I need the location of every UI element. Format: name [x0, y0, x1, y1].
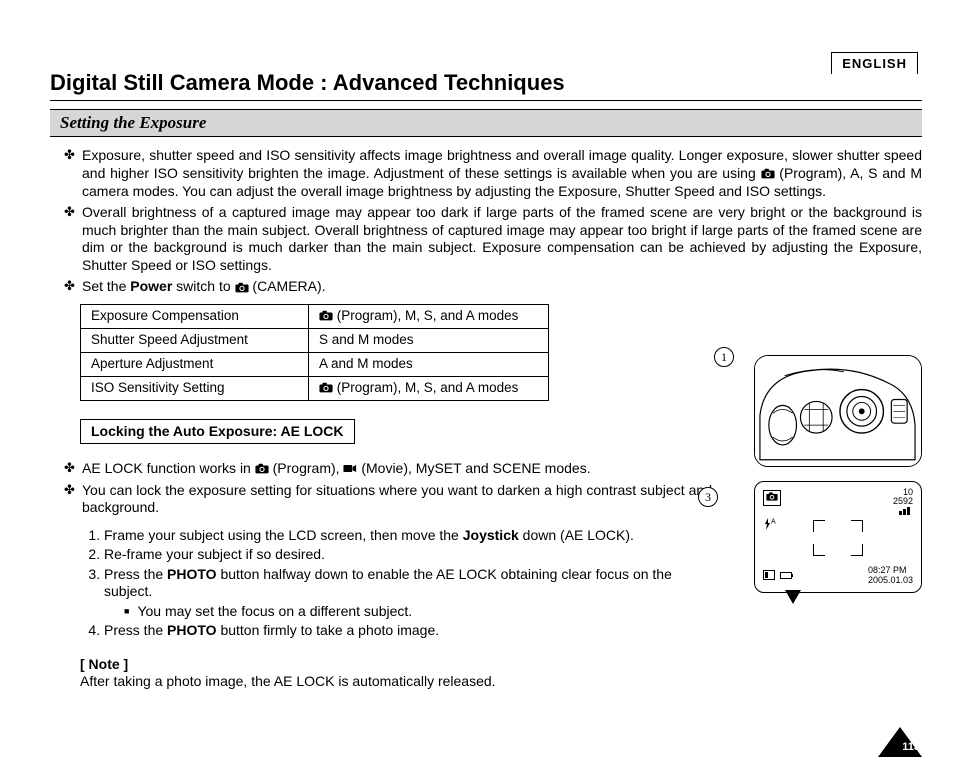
lcd-quality-icon	[899, 507, 913, 518]
step-4: Press the PHOTO button firmly to take a …	[104, 622, 712, 640]
text: (CAMERA).	[252, 278, 325, 294]
sub-step: You may set the focus on a different sub…	[124, 603, 702, 621]
intro-item-3: Set the Power switch to (CAMERA).	[50, 278, 922, 296]
lcd-flash-icon: A	[763, 518, 776, 533]
figure-badge-1: 1	[714, 347, 734, 367]
title-rule	[50, 100, 922, 101]
camera-icon	[319, 382, 333, 393]
text: (Program), M, S, and A modes	[337, 308, 519, 323]
note-text: After taking a photo image, the AE LOCK …	[80, 673, 712, 691]
text: AE LOCK function works in	[82, 460, 255, 476]
intro-item-1: Exposure, shutter speed and ISO sensitiv…	[50, 147, 922, 200]
table-row: Aperture Adjustment A and M modes	[81, 352, 549, 376]
page-number: 113	[902, 741, 920, 753]
movie-icon	[343, 463, 357, 474]
cell: ISO Sensitivity Setting	[81, 376, 309, 400]
camera-icon	[761, 165, 775, 183]
step-1: Frame your subject using the LCD screen,…	[104, 527, 712, 545]
step-3: Press the PHOTO button halfway down to e…	[104, 566, 712, 621]
text: Press the	[104, 566, 167, 582]
figure-3-lcd: 10 2592 A	[754, 481, 922, 593]
text: switch to	[172, 278, 234, 294]
intro-list: Exposure, shutter speed and ISO sensitiv…	[50, 147, 922, 296]
cell: (Program), M, S, and A modes	[309, 305, 549, 329]
bold-photo: PHOTO	[167, 566, 217, 582]
bold-photo: PHOTO	[167, 622, 217, 638]
text: Press the	[104, 622, 167, 638]
step-2: Re-frame your subject if so desired.	[104, 546, 712, 564]
cell: Shutter Speed Adjustment	[81, 328, 309, 352]
text: (Movie), MySET and SCENE modes.	[361, 460, 590, 476]
cell: Aperture Adjustment	[81, 352, 309, 376]
focus-bracket	[851, 520, 863, 532]
text: Frame your subject using the LCD screen,…	[104, 527, 463, 543]
cell: (Program), M, S, and A modes	[309, 376, 549, 400]
sub-item-1: AE LOCK function works in (Program), (Mo…	[50, 460, 712, 478]
table-row: Exposure Compensation (Program), M, S, a…	[81, 305, 549, 329]
text: Set the	[82, 278, 130, 294]
cell: Exposure Compensation	[81, 305, 309, 329]
text: (Program), M, S, and A modes	[337, 380, 519, 395]
focus-bracket	[851, 544, 863, 556]
camera-icon	[235, 279, 249, 297]
focus-bracket	[813, 544, 825, 556]
camera-icon	[319, 310, 333, 321]
camera-sketch	[755, 356, 921, 467]
language-tag: ENGLISH	[831, 52, 918, 74]
lcd-pointer-down	[785, 590, 801, 604]
note-label: [ Note ]	[80, 656, 712, 674]
camera-icon	[255, 463, 269, 474]
lcd-resolution: 2592	[893, 497, 913, 507]
focus-bracket	[813, 520, 825, 532]
figure-badge-3: 3	[698, 487, 718, 507]
subsection-heading: Locking the Auto Exposure: AE LOCK	[80, 419, 355, 445]
sub-step-list: You may set the focus on a different sub…	[104, 603, 702, 621]
figure-1	[754, 355, 922, 467]
intro-item-2: Overall brightness of a captured image m…	[50, 204, 922, 274]
cell: S and M modes	[309, 328, 549, 352]
sub-list: AE LOCK function works in (Program), (Mo…	[50, 460, 712, 517]
text: button firmly to take a photo image.	[217, 622, 440, 638]
steps-list: Frame your subject using the LCD screen,…	[50, 527, 712, 640]
table-row: ISO Sensitivity Setting (Program), M, S,…	[81, 376, 549, 400]
table-row: Shutter Speed Adjustment S and M modes	[81, 328, 549, 352]
lcd-date: 2005.01.03	[868, 576, 913, 586]
sub-item-2: You can lock the exposure setting for si…	[50, 482, 712, 517]
lcd-storage-icon	[763, 570, 792, 583]
text: (Program),	[273, 460, 344, 476]
text: down (AE LOCK).	[519, 527, 634, 543]
bold-joystick: Joystick	[463, 527, 519, 543]
section-heading: Setting the Exposure	[50, 109, 922, 137]
lcd-camera-icon	[763, 490, 781, 506]
page-title: Digital Still Camera Mode : Advanced Tec…	[50, 70, 922, 96]
modes-table: Exposure Compensation (Program), M, S, a…	[80, 304, 549, 401]
bold-power: Power	[130, 278, 172, 294]
lcd-battery-icon	[780, 572, 792, 579]
cell: A and M modes	[309, 352, 549, 376]
